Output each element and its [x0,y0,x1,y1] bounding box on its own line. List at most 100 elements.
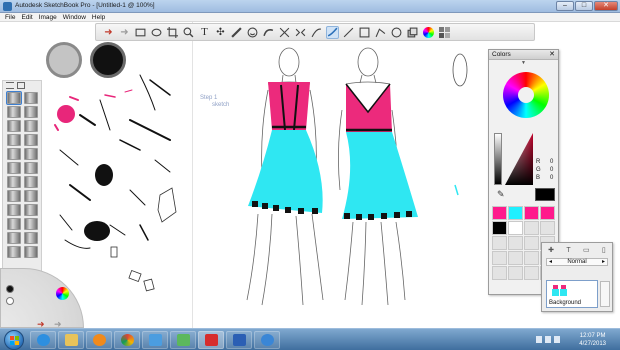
minimize-button[interactable]: – [556,1,574,11]
image-layer-icon[interactable]: ▭ [583,246,590,254]
menu-image[interactable]: Image [39,13,57,21]
brush-palette-icon[interactable] [438,26,451,39]
menu-edit[interactable]: Edit [21,13,32,21]
palette-swatch[interactable] [508,251,523,265]
palette-swatch[interactable] [492,251,507,265]
palette-swatch[interactable] [524,206,539,220]
line-icon[interactable] [342,26,355,39]
color-wheel-icon[interactable] [56,287,69,300]
flag-icon[interactable] [554,336,560,343]
brush-chalk[interactable] [7,162,21,174]
network-icon[interactable] [536,336,542,343]
circle-icon[interactable] [390,26,403,39]
redo-icon[interactable]: ➜ [118,26,131,39]
blend-mode-select[interactable]: ◂ Normal ▸ [546,258,608,266]
menu-help[interactable]: Help [92,13,105,21]
brush-airbrush[interactable] [7,148,21,160]
palette-swatch[interactable] [508,266,523,280]
panel-options-icon[interactable] [6,82,14,89]
crop-icon[interactable] [166,26,179,39]
close-icon[interactable]: ✕ [549,50,555,60]
taskbar-chrome-icon[interactable] [114,331,140,349]
palette-swatch[interactable] [524,266,539,280]
french-curve-icon[interactable] [262,26,275,39]
palette-swatch[interactable] [540,206,555,220]
taskbar-photos-icon[interactable] [170,331,196,349]
rect-icon[interactable] [358,26,371,39]
brush-puck-icon[interactable] [6,285,14,293]
brush-stroke-icon[interactable] [326,25,339,39]
palette-swatch[interactable] [508,206,523,220]
brush-pencil[interactable] [6,91,22,105]
lasso-icon[interactable] [150,26,163,39]
palette-swatch[interactable] [508,236,523,250]
palette-swatch[interactable] [492,221,507,235]
undo-icon[interactable]: ➜ [102,26,115,39]
symmetry-icon[interactable] [294,26,307,39]
delete-layer-icon[interactable]: ▯ [602,246,606,254]
brush-chalk-2[interactable] [24,162,38,174]
layer-icon[interactable] [406,26,419,39]
taskbar-sketchbook-icon[interactable] [198,331,224,349]
taskbar-app-icon[interactable] [142,331,168,349]
text-icon[interactable]: T [198,26,211,39]
brush-marker[interactable] [7,120,21,132]
brush-paint-2[interactable] [24,134,38,146]
taskbar-explorer-icon[interactable] [58,331,84,349]
move-icon[interactable]: ✣ [214,26,227,39]
value-slider[interactable] [494,133,502,185]
brush-fill[interactable] [24,218,38,230]
brush-eraser[interactable] [24,204,38,216]
brush-size-puck[interactable] [46,42,82,78]
palette-swatch[interactable] [524,221,539,235]
g-value[interactable]: 0 [550,166,553,174]
menu-file[interactable]: File [5,13,15,21]
palette-swatch[interactable] [508,221,523,235]
brush-custom-1[interactable] [7,232,21,244]
brush-airbrush-2[interactable] [24,148,38,160]
taskbar-media-icon[interactable] [86,331,112,349]
perspective-icon[interactable] [278,26,291,39]
r-value[interactable]: 0 [550,158,553,166]
brush-smear[interactable] [7,176,21,188]
taskbar-media-player-icon[interactable] [254,331,280,349]
color-wheel[interactable] [503,72,549,118]
brush-burn[interactable] [7,204,21,216]
saturation-picker[interactable] [505,133,533,185]
taskbar-ie-icon[interactable] [30,331,56,349]
brush-dodge[interactable] [24,190,38,202]
palette-swatch[interactable] [492,266,507,280]
brush-custom-4[interactable] [24,246,38,258]
palette-swatch[interactable] [540,221,555,235]
polyline-icon[interactable] [374,26,387,39]
text-layer-icon[interactable]: T [566,247,570,254]
layer-item-background[interactable]: Background [546,280,598,308]
next-blend-icon[interactable]: ▸ [602,259,605,266]
brush-eraser-2[interactable] [7,218,21,230]
ellipse-guide-icon[interactable] [246,26,259,39]
brush-ink[interactable] [24,106,38,118]
brush-pencil-2[interactable] [24,92,38,104]
brush-blur[interactable] [24,176,38,188]
palette-swatch[interactable] [492,236,507,250]
zoom-icon[interactable] [182,26,195,39]
brush-sharpen[interactable] [7,190,21,202]
ruler-icon[interactable] [230,26,243,39]
b-value[interactable]: 0 [550,174,553,182]
panel-expand-icon[interactable] [17,82,25,89]
rect-select-icon[interactable] [134,26,147,39]
brush-custom-3[interactable] [7,246,21,258]
close-button[interactable]: ✕ [594,1,618,11]
clock[interactable]: 12:07 PM 4/27/2013 [579,332,606,348]
palette-swatch[interactable] [492,206,507,220]
menu-window[interactable]: Window [63,13,86,21]
brush-paint[interactable] [7,134,21,146]
start-button[interactable] [4,330,24,350]
maximize-button[interactable]: □ [575,1,593,11]
palette-swatch[interactable] [524,236,539,250]
brush-ballpoint[interactable] [7,106,21,118]
pen-icon[interactable] [310,26,323,39]
brush-custom-2[interactable] [24,232,38,244]
brush-felt[interactable] [24,120,38,132]
layer-visibility-toggle[interactable] [600,281,610,307]
